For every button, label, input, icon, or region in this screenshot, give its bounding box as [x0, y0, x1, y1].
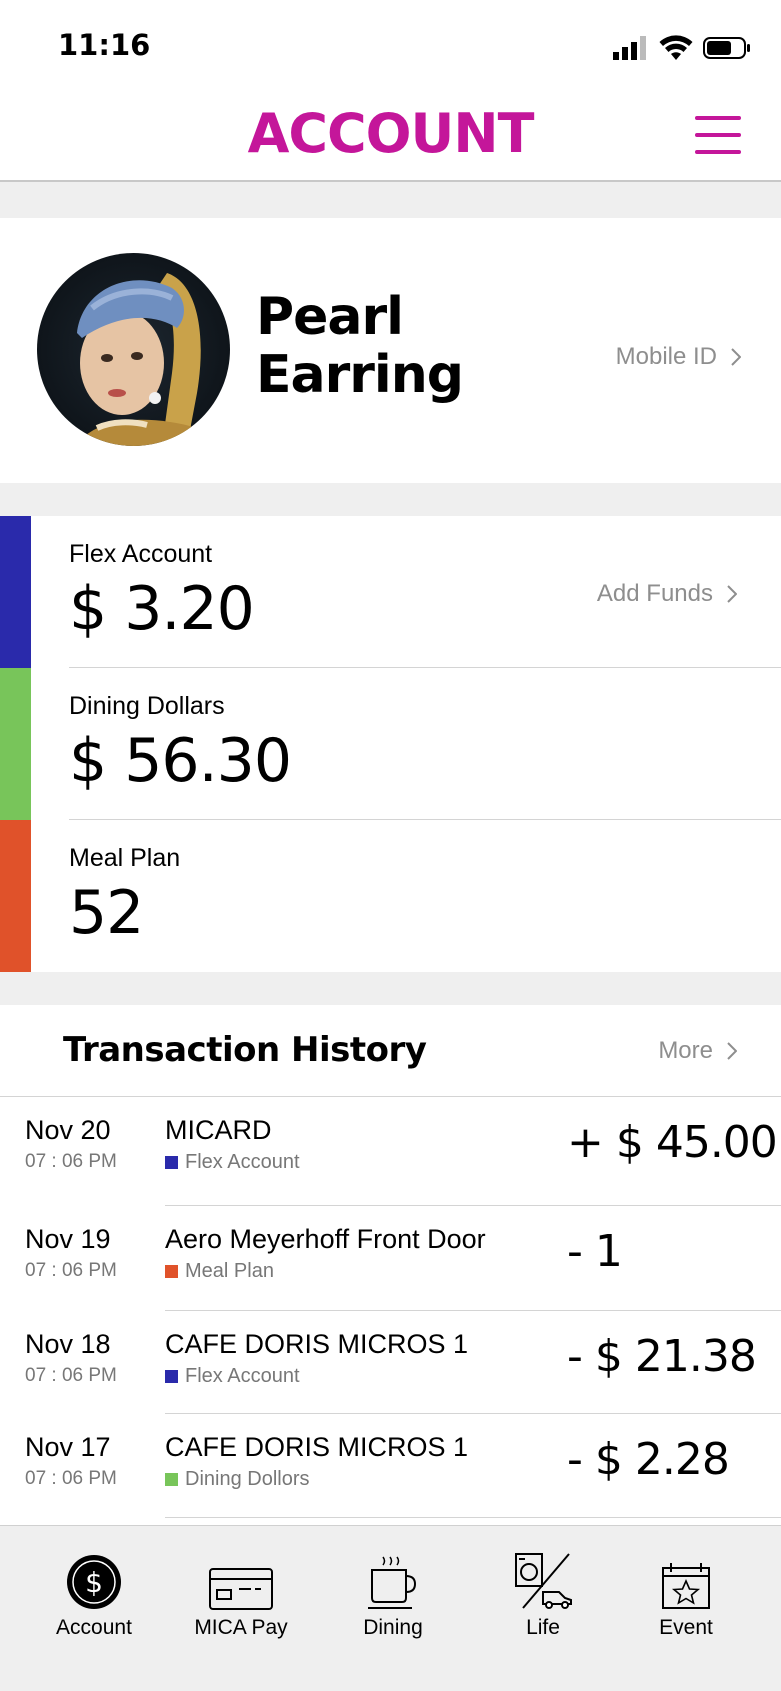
balance-row-meal-plan[interactable]: Meal Plan 52 [0, 820, 781, 972]
transaction-account-label: Flex Account [185, 1151, 300, 1173]
app-header: ACCOUNT [0, 90, 781, 182]
transaction-merchant: Aero Meyerhoff Front Door [165, 1224, 486, 1254]
tab-mica-pay[interactable]: MICA Pay [176, 1548, 306, 1640]
more-link[interactable]: More [658, 1037, 737, 1065]
tab-life[interactable]: Life [478, 1548, 608, 1640]
profile-first-name: Pearl [256, 287, 404, 347]
transaction-account-label: Flex Account [185, 1365, 300, 1387]
tab-label: Account [56, 1616, 132, 1639]
transaction-account-label: Dining Dollors [185, 1468, 310, 1490]
laundry-truck-icon [515, 1553, 572, 1609]
transaction-account: Dining Dollors [165, 1468, 310, 1491]
page-title: ACCOUNT [247, 102, 535, 165]
transaction-amount: - $ 2.28 [567, 1434, 730, 1485]
balance-label: Meal Plan [69, 844, 181, 872]
tab-label: Event [659, 1616, 713, 1639]
transaction-date: Nov 17 [25, 1432, 111, 1462]
transaction-time: 07 : 06 PM [25, 1365, 117, 1386]
card-icon [209, 1568, 273, 1610]
add-funds-label: Add Funds [596, 580, 713, 607]
transaction-account: Flex Account [165, 1365, 300, 1388]
transaction-row[interactable]: Nov 20 07 : 06 PM MICARD Flex Account + … [0, 1097, 781, 1206]
tab-label: MICA Pay [194, 1616, 288, 1639]
balance-label: Dining Dollars [69, 692, 225, 720]
balance-row-dining[interactable]: Dining Dollars $ 56.30 [0, 668, 781, 820]
transaction-row[interactable]: Nov 17 07 : 06 PM CAFE DORIS MICROS 1 Di… [0, 1414, 781, 1518]
tab-label: Dining [363, 1616, 423, 1639]
transaction-account: Flex Account [165, 1151, 300, 1174]
tab-label: Life [526, 1616, 560, 1639]
profile-name: Pearl Earring [256, 287, 464, 405]
transaction-merchant: CAFE DORIS MICROS 1 [165, 1432, 469, 1462]
balances-panel: Flex Account $ 3.20 Add Funds Dining Dol… [0, 516, 781, 972]
profile-last-name: Earring [256, 345, 464, 405]
cellular-signal-icon [613, 36, 646, 60]
transaction-amount: + $ 45.00 [567, 1117, 778, 1168]
mobile-id-link[interactable]: Mobile ID [616, 343, 741, 371]
transaction-time: 07 : 06 PM [25, 1151, 117, 1172]
transaction-account: Meal Plan [165, 1260, 274, 1283]
tab-account[interactable]: $ Account [29, 1548, 159, 1640]
transaction-merchant: CAFE DORIS MICROS 1 [165, 1329, 469, 1359]
status-bar: 11:16 [0, 0, 781, 90]
account-color-square [165, 1370, 178, 1383]
divider [165, 1517, 781, 1518]
bottom-tab-bar: $ Account MICA Pay Dining Life Event [0, 1525, 781, 1691]
more-label: More [658, 1037, 713, 1064]
profile-card: Pearl Earring Mobile ID [0, 218, 781, 483]
balance-value: $ 56.30 [69, 726, 292, 796]
balance-value: $ 3.20 [69, 574, 255, 644]
chevron-right-icon [727, 1042, 737, 1060]
transaction-merchant: MICARD [165, 1115, 272, 1145]
balance-value: 52 [69, 878, 144, 948]
balance-label: Flex Account [69, 540, 213, 568]
coffee-cup-icon [368, 1556, 417, 1609]
transaction-history: Transaction History More Nov 20 07 : 06 … [0, 1005, 781, 1525]
account-color-square [165, 1156, 178, 1169]
balance-color-strip [0, 668, 31, 820]
chevron-right-icon [731, 348, 741, 366]
account-color-square [165, 1265, 178, 1278]
transaction-date: Nov 20 [25, 1115, 111, 1145]
balance-color-strip [0, 516, 31, 668]
transaction-history-header: Transaction History More [0, 1005, 781, 1097]
tab-dining[interactable]: Dining [328, 1548, 458, 1640]
transaction-row[interactable]: Nov 18 07 : 06 PM CAFE DORIS MICROS 1 Fl… [0, 1311, 781, 1414]
account-color-square [165, 1473, 178, 1486]
hamburger-menu-icon[interactable] [695, 116, 741, 154]
svg-text:$: $ [85, 1566, 103, 1599]
transaction-amount: - $ 21.38 [567, 1331, 757, 1382]
dollar-coin-icon: $ [67, 1555, 121, 1609]
transaction-time: 07 : 06 PM [25, 1260, 117, 1281]
transaction-date: Nov 19 [25, 1224, 111, 1254]
add-funds-link[interactable]: Add Funds [597, 580, 737, 608]
section-title: Transaction History [63, 1030, 427, 1070]
chevron-right-icon [727, 585, 737, 603]
transaction-row[interactable]: Nov 19 07 : 06 PM Aero Meyerhoff Front D… [0, 1206, 781, 1311]
avatar[interactable] [37, 253, 230, 446]
status-icons [613, 34, 751, 62]
transaction-date: Nov 18 [25, 1329, 111, 1359]
balance-color-strip [0, 820, 31, 972]
transaction-time: 07 : 06 PM [25, 1468, 117, 1489]
mobile-id-label: Mobile ID [615, 343, 717, 370]
tab-event[interactable]: Event [621, 1548, 751, 1640]
calendar-star-icon [662, 1563, 710, 1609]
wifi-icon [659, 35, 693, 60]
battery-icon [703, 37, 750, 59]
transaction-account-label: Meal Plan [185, 1260, 274, 1282]
transaction-amount: - 1 [567, 1226, 623, 1277]
status-time: 11:16 [58, 28, 151, 62]
balance-row-flex[interactable]: Flex Account $ 3.20 Add Funds [0, 516, 781, 668]
